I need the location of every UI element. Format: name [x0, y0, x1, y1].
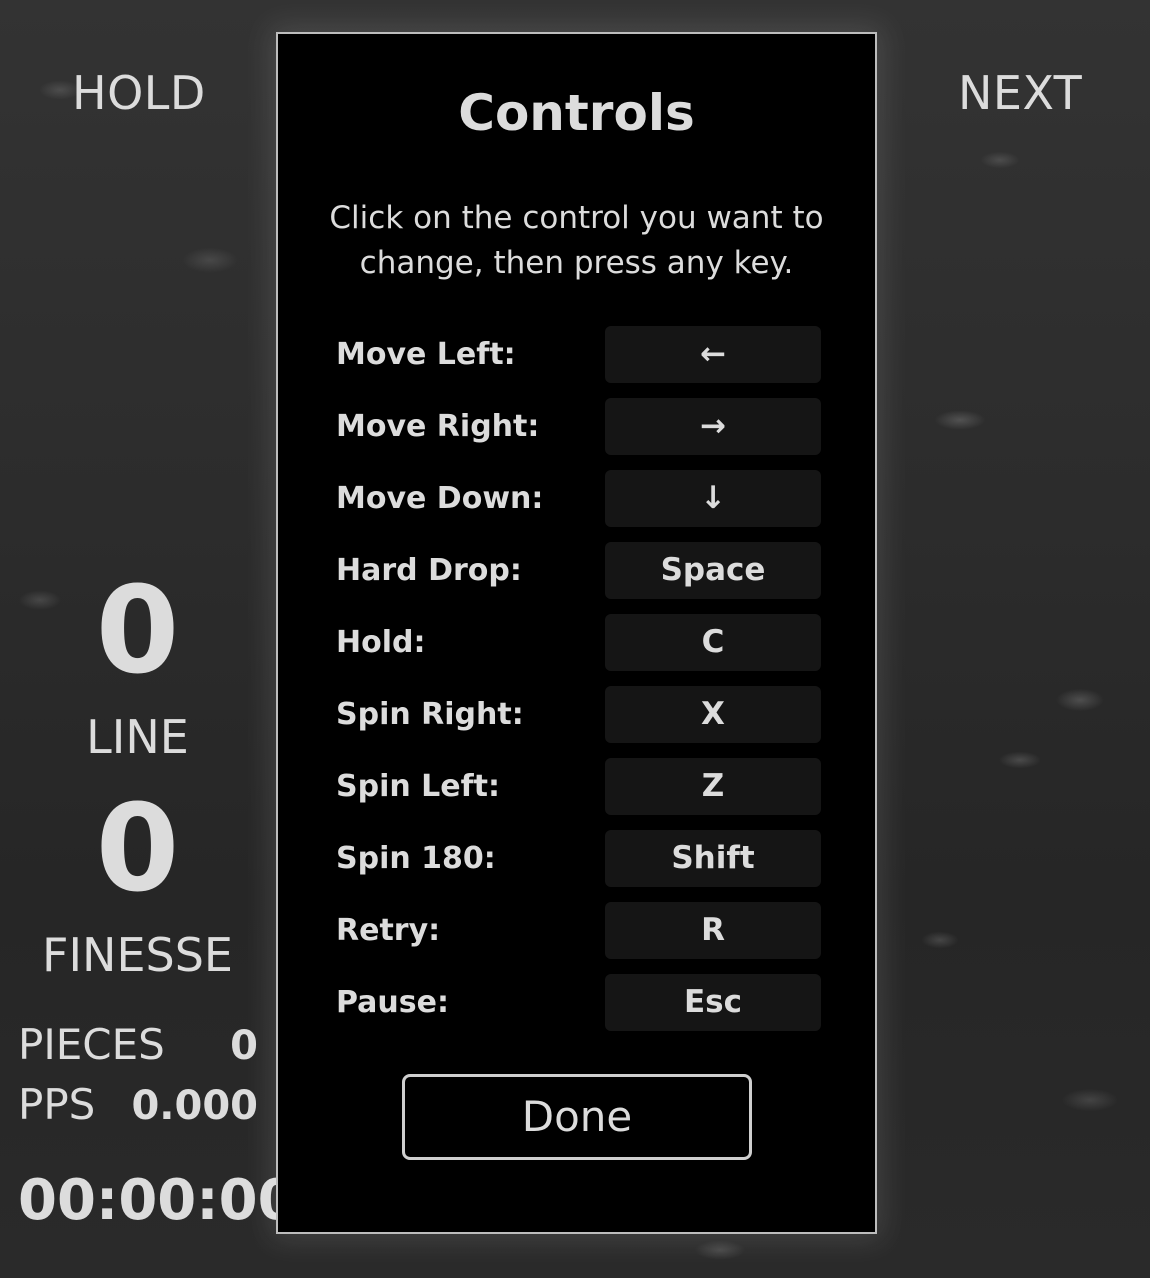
next-label: NEXT — [958, 66, 1083, 120]
key-binding-button[interactable]: Shift — [605, 830, 821, 887]
key-binding-button[interactable]: Z — [605, 758, 821, 815]
pieces-stat: PIECES 0 — [18, 1020, 258, 1069]
control-row-spin-right: Spin Right: X — [336, 686, 822, 744]
control-label: Spin Left: — [336, 769, 501, 804]
key-binding-button[interactable]: → — [605, 398, 821, 455]
controls-dialog: Controls Click on the control you want t… — [276, 32, 877, 1234]
key-binding-button[interactable]: Space — [605, 542, 821, 599]
control-label: Hard Drop: — [336, 553, 522, 588]
finesse-count: 0 — [95, 780, 180, 919]
key-binding-button[interactable]: X — [605, 686, 821, 743]
lines-caption: LINE — [86, 710, 189, 764]
key-binding-button[interactable]: ↓ — [605, 470, 821, 527]
control-row-spin-left: Spin Left: Z — [336, 758, 822, 816]
key-binding-button[interactable]: ← — [605, 326, 821, 383]
lines-count: 0 — [95, 562, 180, 701]
control-label: Move Right: — [336, 409, 540, 444]
pps-label: PPS — [18, 1080, 96, 1129]
control-label: Move Down: — [336, 481, 544, 516]
hold-label: HOLD — [72, 66, 206, 120]
control-row-move-left: Move Left: ← — [336, 326, 822, 384]
control-label: Hold: — [336, 625, 426, 660]
key-binding-button[interactable]: R — [605, 902, 821, 959]
finesse-caption: FINESSE — [42, 928, 233, 982]
dialog-title: Controls — [458, 84, 695, 142]
pieces-value: 0 — [230, 1023, 258, 1069]
control-row-hold: Hold: C — [336, 614, 822, 672]
pieces-label: PIECES — [18, 1020, 165, 1069]
control-row-hard-drop: Hard Drop: Space — [336, 542, 822, 600]
done-button[interactable]: Done — [402, 1074, 752, 1160]
control-row-move-right: Move Right: → — [336, 398, 822, 456]
pps-value: 0.000 — [131, 1083, 258, 1129]
control-row-pause: Pause: Esc — [336, 974, 822, 1032]
control-row-move-down: Move Down: ↓ — [336, 470, 822, 528]
dialog-description: Click on the control you want to change,… — [329, 200, 824, 281]
pps-stat: PPS 0.000 — [18, 1080, 258, 1129]
control-row-retry: Retry: R — [336, 902, 822, 960]
key-binding-button[interactable]: Esc — [605, 974, 821, 1031]
key-binding-button[interactable]: C — [605, 614, 821, 671]
control-label: Retry: — [336, 913, 441, 948]
control-label: Move Left: — [336, 337, 516, 372]
control-label: Spin 180: — [336, 841, 496, 876]
control-label: Pause: — [336, 985, 449, 1020]
control-label: Spin Right: — [336, 697, 524, 732]
control-row-spin-180: Spin 180: Shift — [336, 830, 822, 888]
game-timer: 00:00:00 — [18, 1168, 297, 1233]
